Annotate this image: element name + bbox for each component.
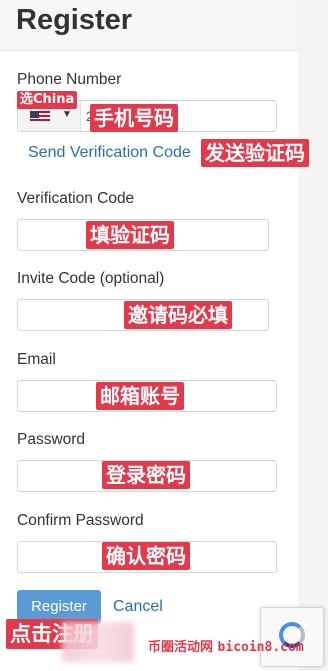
- watermark-domain: bicoin8.com: [217, 640, 304, 655]
- blurred-area: [62, 622, 134, 662]
- send-code-link[interactable]: Send Verification Code: [28, 144, 191, 162]
- annotation-send-code: 发送验证码: [201, 139, 309, 167]
- annotation-confirm: 确认密码: [102, 542, 190, 570]
- annotation-choose-china: 选China: [17, 91, 78, 109]
- page-header: Register: [0, 0, 298, 51]
- verification-label: Verification Code: [17, 190, 135, 207]
- phone-label: Phone Number: [17, 71, 122, 88]
- email-label: Email: [17, 351, 56, 368]
- confirm-label: Confirm Password: [17, 512, 144, 529]
- side-strip: [298, 0, 328, 671]
- annotation-password: 登录密码: [102, 461, 190, 489]
- cancel-link[interactable]: Cancel: [113, 598, 163, 616]
- annotation-invite: 邀请码必填: [124, 301, 232, 329]
- watermark-site: 币圈活动网: [148, 640, 214, 655]
- annotation-phone: 手机号码: [90, 104, 178, 132]
- invite-label: Invite Code (optional): [17, 270, 165, 287]
- annotation-email: 邮箱账号: [96, 382, 184, 410]
- page-title: Register: [16, 4, 133, 36]
- password-label: Password: [17, 431, 86, 448]
- annotation-verification: 填验证码: [86, 221, 174, 249]
- caret-down-icon: ▼: [62, 109, 72, 120]
- us-flag-icon: [30, 111, 50, 123]
- watermark: 币圈活动网 bicoin8.com: [148, 636, 304, 655]
